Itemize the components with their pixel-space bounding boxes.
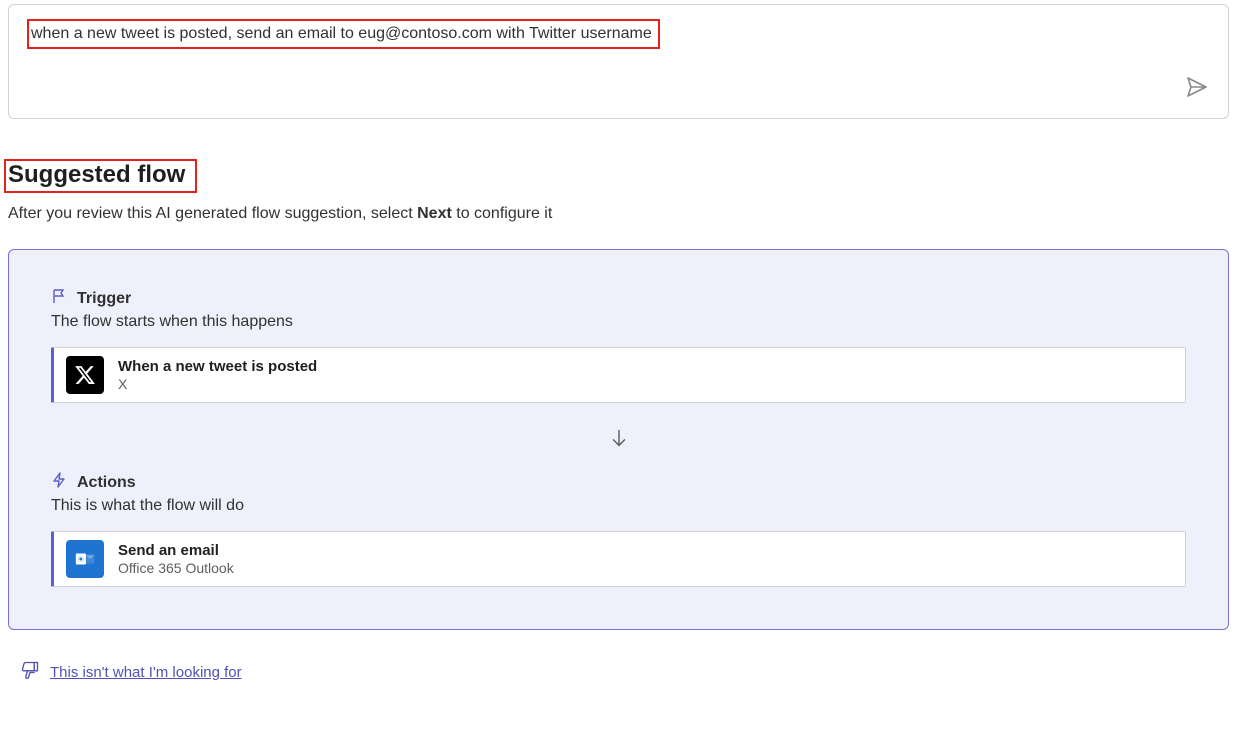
subheading-bold: Next (417, 205, 452, 222)
trigger-step-card[interactable]: When a new tweet is posted X (51, 347, 1186, 403)
trigger-step-text: When a new tweet is posted X (118, 358, 317, 392)
arrow-down-icon (608, 427, 630, 449)
trigger-step-connector: X (118, 376, 317, 392)
flag-icon (51, 288, 67, 309)
action-step-card[interactable]: Send an email Office 365 Outlook (51, 531, 1186, 587)
flow-arrow (51, 427, 1186, 454)
outlook-icon (66, 540, 104, 578)
suggested-flow-card: Trigger The flow starts when this happen… (8, 249, 1229, 630)
thumbs-down-icon[interactable] (20, 660, 40, 685)
actions-label: Actions (77, 474, 136, 492)
prompt-input-box[interactable]: when a new tweet is posted, send an emai… (8, 4, 1229, 119)
feedback-row: This isn't what I'm looking for (8, 660, 1229, 685)
actions-section-header: Actions (51, 472, 1186, 493)
subheading: After you review this AI generated flow … (8, 205, 1229, 223)
lightning-icon (51, 472, 67, 493)
suggested-flow-heading: Suggested flow (4, 159, 197, 193)
subheading-after: to configure it (452, 205, 553, 222)
trigger-section-header: Trigger (51, 288, 1186, 309)
trigger-step-title: When a new tweet is posted (118, 358, 317, 375)
subheading-before: After you review this AI generated flow … (8, 205, 417, 222)
action-step-connector: Office 365 Outlook (118, 560, 234, 576)
x-twitter-icon (66, 356, 104, 394)
actions-desc: This is what the flow will do (51, 497, 1186, 515)
action-step-title: Send an email (118, 542, 234, 559)
trigger-desc: The flow starts when this happens (51, 313, 1186, 331)
send-button[interactable] (1184, 74, 1210, 100)
send-icon (1185, 75, 1209, 99)
prompt-text: when a new tweet is posted, send an emai… (27, 19, 660, 49)
feedback-link[interactable]: This isn't what I'm looking for (50, 664, 242, 681)
action-step-text: Send an email Office 365 Outlook (118, 542, 234, 576)
trigger-label: Trigger (77, 290, 131, 308)
